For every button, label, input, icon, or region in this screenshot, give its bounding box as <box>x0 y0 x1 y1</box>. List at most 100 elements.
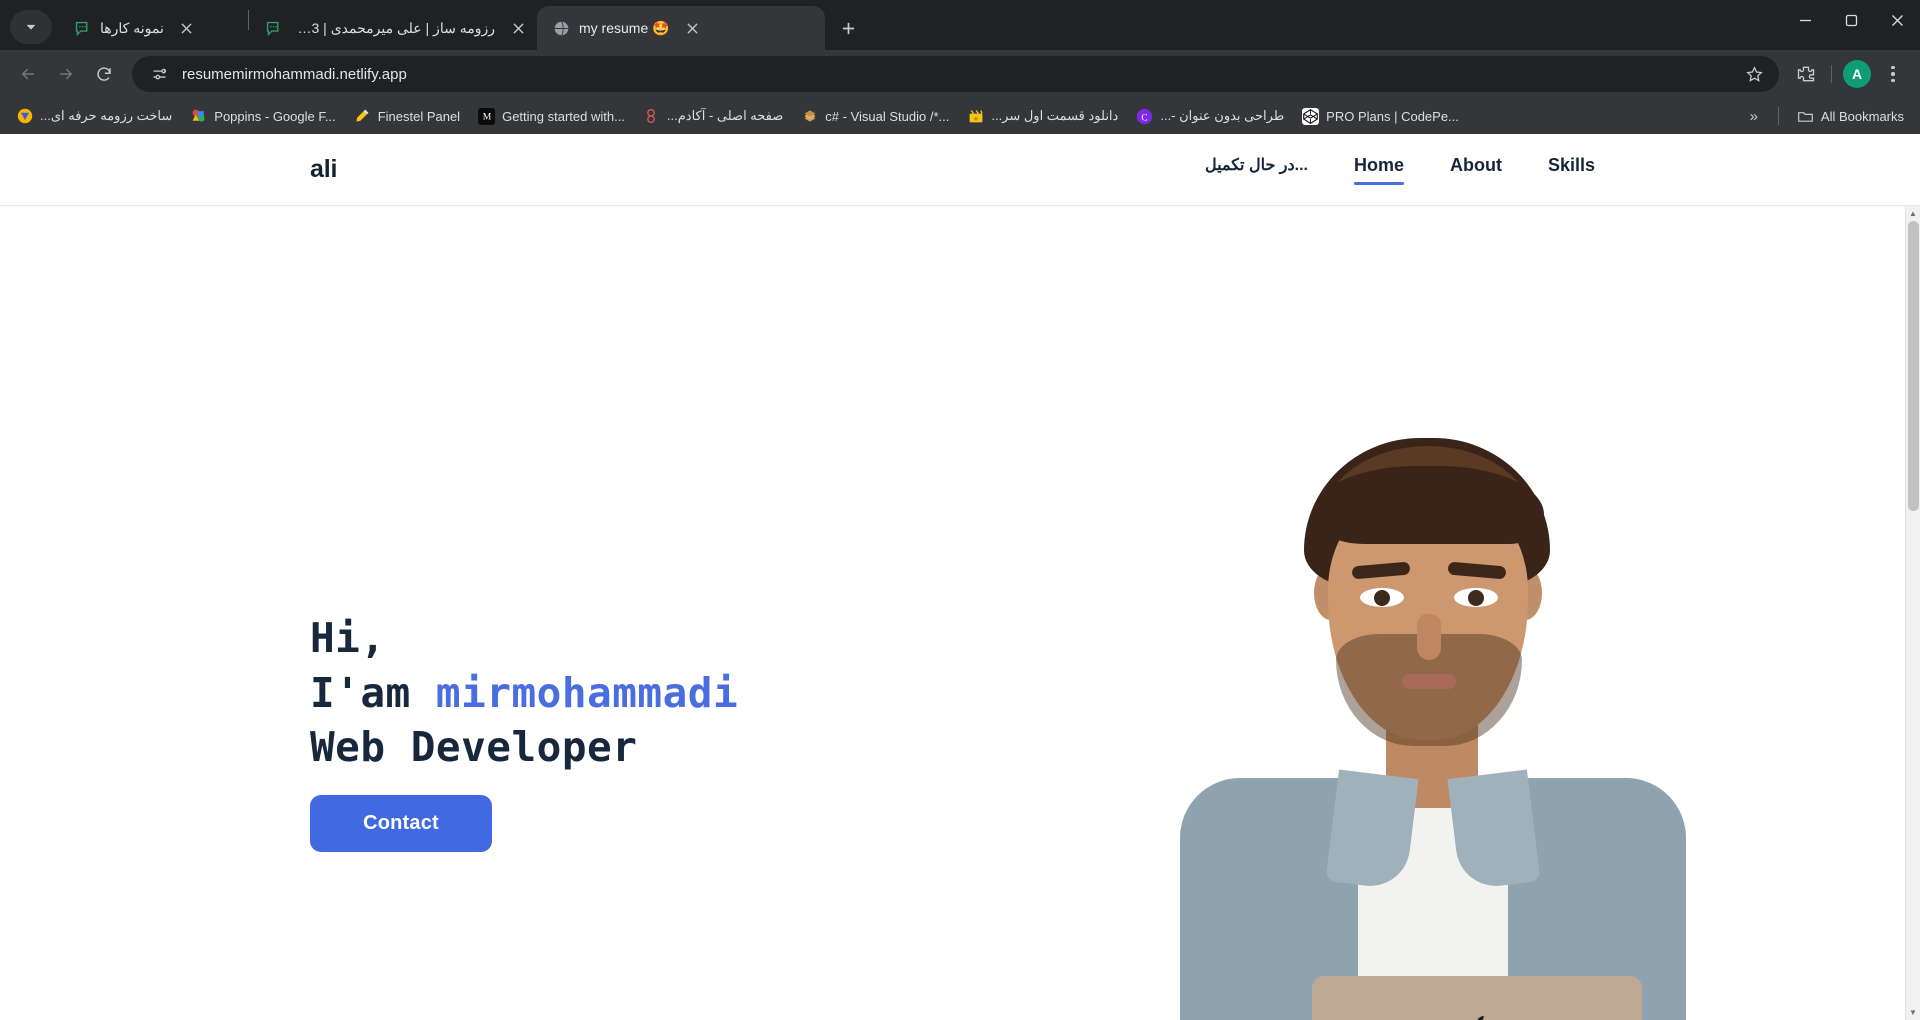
bookmark-star-button[interactable] <box>1737 57 1771 91</box>
bookmark-label: ساخت رزومه حرفه ای... <box>40 108 173 123</box>
tab-title: my resume 🤩 <box>579 19 670 36</box>
resume-builder-icon <box>263 18 283 38</box>
bookmark-label: دانلود قسمت اول سر... <box>991 108 1119 123</box>
all-bookmarks-label: All Bookmarks <box>1820 108 1904 124</box>
canva-icon: C <box>1136 108 1153 125</box>
site-navigation: ...در حال تکمیل Home About Skills <box>1205 155 1595 185</box>
hero-name-line: I'am mirmohammadi <box>310 666 738 721</box>
apple-logo-icon <box>1477 1015 1484 1020</box>
page-scrollbar[interactable]: ▲ ▼ <box>1905 206 1920 1020</box>
tab-close-button[interactable] <box>176 17 198 39</box>
lips-shape <box>1402 674 1456 689</box>
m-icon: M <box>478 107 496 125</box>
contact-button[interactable]: Contact <box>310 794 492 852</box>
hero-portrait-image <box>1136 438 1708 1020</box>
url-text: resumemirmohammadi.netlify.app <box>182 65 407 83</box>
close-window-button[interactable] <box>1874 0 1920 40</box>
tab-title: نمونه کارها <box>100 19 164 36</box>
bookmark-item[interactable]: صفحه اصلی - آکادم... <box>635 103 791 130</box>
fringe-shape <box>1312 466 1544 544</box>
bookmark-item[interactable]: ساخت رزومه حرفه ای... <box>8 103 180 130</box>
chrome-menu-button[interactable] <box>1876 57 1910 91</box>
nav-item-under-construction[interactable]: ...در حال تکمیل <box>1205 155 1308 184</box>
back-button[interactable] <box>10 56 46 92</box>
extensions-button[interactable] <box>1789 57 1823 91</box>
scrollbar-thumb[interactable] <box>1908 221 1919 511</box>
browser-toolbar: resumemirmohammadi.netlify.app A <box>0 50 1920 98</box>
chevron-down-icon <box>26 24 36 30</box>
forward-arrow-icon <box>60 68 72 80</box>
bookmark-label: طراحی بدون عنوان -... <box>1160 108 1285 123</box>
address-bar[interactable]: resumemirmohammadi.netlify.app <box>132 56 1779 92</box>
tab-close-button[interactable] <box>507 17 529 39</box>
scroll-down-arrow[interactable]: ▼ <box>1906 1005 1920 1020</box>
page-viewport: ali ...در حال تکمیل Home About Skills Hi… <box>0 134 1920 1020</box>
bookmark-label: c# - Visual Studio /*... <box>825 108 950 124</box>
reload-icon <box>97 67 111 81</box>
bookmarks-overflow-button[interactable]: » <box>1740 104 1768 129</box>
bookmark-item[interactable]: دانلود قسمت اول سر... <box>959 103 1126 130</box>
bookmark-item[interactable]: M Getting started with... <box>470 103 633 130</box>
reload-button[interactable] <box>86 56 122 92</box>
tab-search-button[interactable] <box>10 10 52 44</box>
infinity-icon <box>643 108 660 125</box>
site-header: ali ...در حال تکمیل Home About Skills <box>0 134 1920 206</box>
star-icon <box>1745 65 1763 82</box>
bookmark-item[interactable]: PRO Plans | CodePe... <box>1294 103 1467 130</box>
pencil-icon <box>354 108 371 125</box>
browser-tab-active[interactable]: my resume 🤩 <box>537 6 825 50</box>
profile-avatar-button[interactable]: A <box>1840 57 1874 91</box>
bookmark-item[interactable]: c# - Visual Studio /*... <box>793 103 957 130</box>
new-tab-button[interactable] <box>831 11 865 45</box>
nav-item-home[interactable]: Home <box>1353 155 1404 185</box>
codepen-icon <box>1302 107 1320 125</box>
puzzle-icon <box>1797 66 1815 82</box>
books-icon <box>801 108 818 125</box>
browser-tab[interactable]: نمونه کارها <box>58 6 248 50</box>
maximize-icon <box>1845 14 1857 26</box>
clapper-icon <box>967 108 984 125</box>
bookmark-item[interactable]: C طراحی بدون عنوان -... <box>1128 103 1292 130</box>
avatar: A <box>1843 60 1871 88</box>
bookmarks-divider <box>1777 107 1779 125</box>
tab-title: رزومه ساز | علی میرمحمدی | 7043 <box>291 19 495 36</box>
bookmark-item[interactable]: Finestel Panel <box>346 103 468 130</box>
plus-icon <box>842 22 854 34</box>
minimize-icon <box>1799 19 1811 21</box>
close-icon <box>687 22 698 34</box>
bookmark-label: صفحه اصلی - آکادم... <box>666 108 784 123</box>
back-arrow-icon <box>22 68 34 80</box>
maximize-button[interactable] <box>1828 0 1874 40</box>
pupil-right-shape <box>1468 590 1484 606</box>
site-logo[interactable]: ali <box>310 155 337 184</box>
three-dot-menu-icon <box>1891 65 1895 83</box>
close-icon <box>1891 14 1903 26</box>
bookmark-label: Poppins - Google F... <box>214 108 336 124</box>
pupil-left-shape <box>1374 590 1390 606</box>
minimize-button[interactable] <box>1782 0 1828 40</box>
toolbar-divider <box>1831 65 1832 83</box>
nav-item-about[interactable]: About <box>1450 155 1502 185</box>
bookmark-label: Finestel Panel <box>377 108 461 124</box>
bookmarks-overflow-area: » All Bookmarks <box>1740 103 1912 130</box>
tune-icon[interactable] <box>146 61 172 87</box>
nav-item-skills[interactable]: Skills <box>1548 155 1595 185</box>
browser-tab[interactable]: رزومه ساز | علی میرمحمدی | 7043 <box>249 6 537 50</box>
close-icon <box>181 22 192 34</box>
hero-text-block: Hi, I'am mirmohammadi Web Developer Cont… <box>310 611 738 852</box>
tab-strip: نمونه کارها رزومه ساز | علی میرمحمدی | 7… <box>0 0 1920 50</box>
bookmark-item[interactable]: Poppins - Google F... <box>182 103 343 130</box>
resume-builder-icon <box>72 18 92 38</box>
browser-window: نمونه کارها رزومه ساز | علی میرمحمدی | 7… <box>0 0 1920 1020</box>
globe-icon <box>551 18 571 38</box>
nose-shape <box>1417 614 1441 660</box>
window-controls <box>1782 0 1920 50</box>
google-fonts-icon <box>190 108 207 125</box>
scroll-up-arrow[interactable]: ▲ <box>1906 206 1920 221</box>
forward-button[interactable] <box>48 56 84 92</box>
svg-text:M: M <box>482 112 491 123</box>
all-bookmarks-button[interactable]: All Bookmarks <box>1789 103 1912 130</box>
tab-close-button[interactable] <box>682 17 704 39</box>
folder-icon <box>1797 108 1814 125</box>
svg-text:C: C <box>1142 113 1148 123</box>
